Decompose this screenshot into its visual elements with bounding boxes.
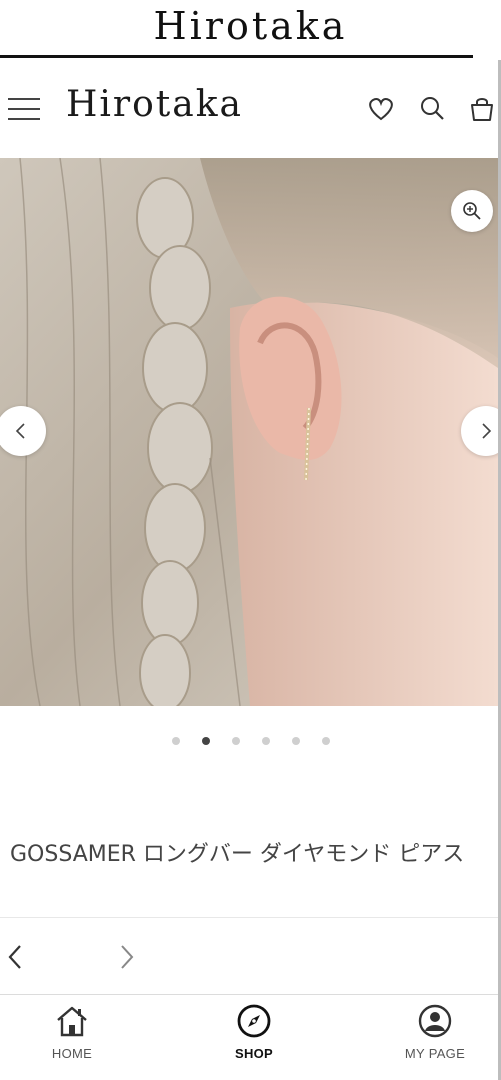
gallery-dot[interactable] [321,737,330,745]
bag-icon[interactable] [467,94,497,124]
gallery-dots [0,737,501,751]
product-pager [0,930,498,990]
menu-icon[interactable] [8,98,40,122]
gallery-dot[interactable] [171,737,180,745]
gallery-dot[interactable] [231,737,240,745]
bottom-nav: HOME SHOP MY PAGE [0,995,498,1080]
user-icon [418,1004,452,1038]
prev-product-button[interactable] [4,940,28,974]
nav-my-page-label: MY PAGE [404,1046,466,1061]
next-product-button[interactable] [114,940,138,974]
site-header: Hirotaka [0,60,498,159]
gallery-dot[interactable] [261,737,270,745]
nav-my-page[interactable]: MY PAGE [375,995,495,1080]
nav-shop-label: SHOP [234,1046,274,1061]
product-title: GOSSAMER ロングバー ダイヤモンド ピアス [10,842,465,867]
chevron-right-icon [482,423,492,439]
gallery-dot-active[interactable] [201,737,210,745]
product-image[interactable] [0,158,498,706]
title-divider [0,55,473,58]
heart-icon[interactable] [366,94,396,124]
chevron-left-icon [8,945,21,969]
app-title: Hirotaka [153,4,348,48]
site-logo[interactable]: Hirotaka [66,84,243,125]
nav-home-label: HOME [51,1046,93,1061]
nav-shop[interactable]: SHOP [194,995,314,1080]
search-icon[interactable] [418,94,448,124]
chevron-left-icon [15,423,25,439]
home-icon [57,1006,87,1037]
zoom-button[interactable] [451,190,493,232]
compass-icon [237,1004,271,1038]
chevron-right-icon [121,945,134,969]
gallery-dot[interactable] [291,737,300,745]
nav-home[interactable]: HOME [12,995,132,1080]
product-photo [0,158,498,706]
divider [0,917,498,918]
zoom-icon [463,202,481,220]
